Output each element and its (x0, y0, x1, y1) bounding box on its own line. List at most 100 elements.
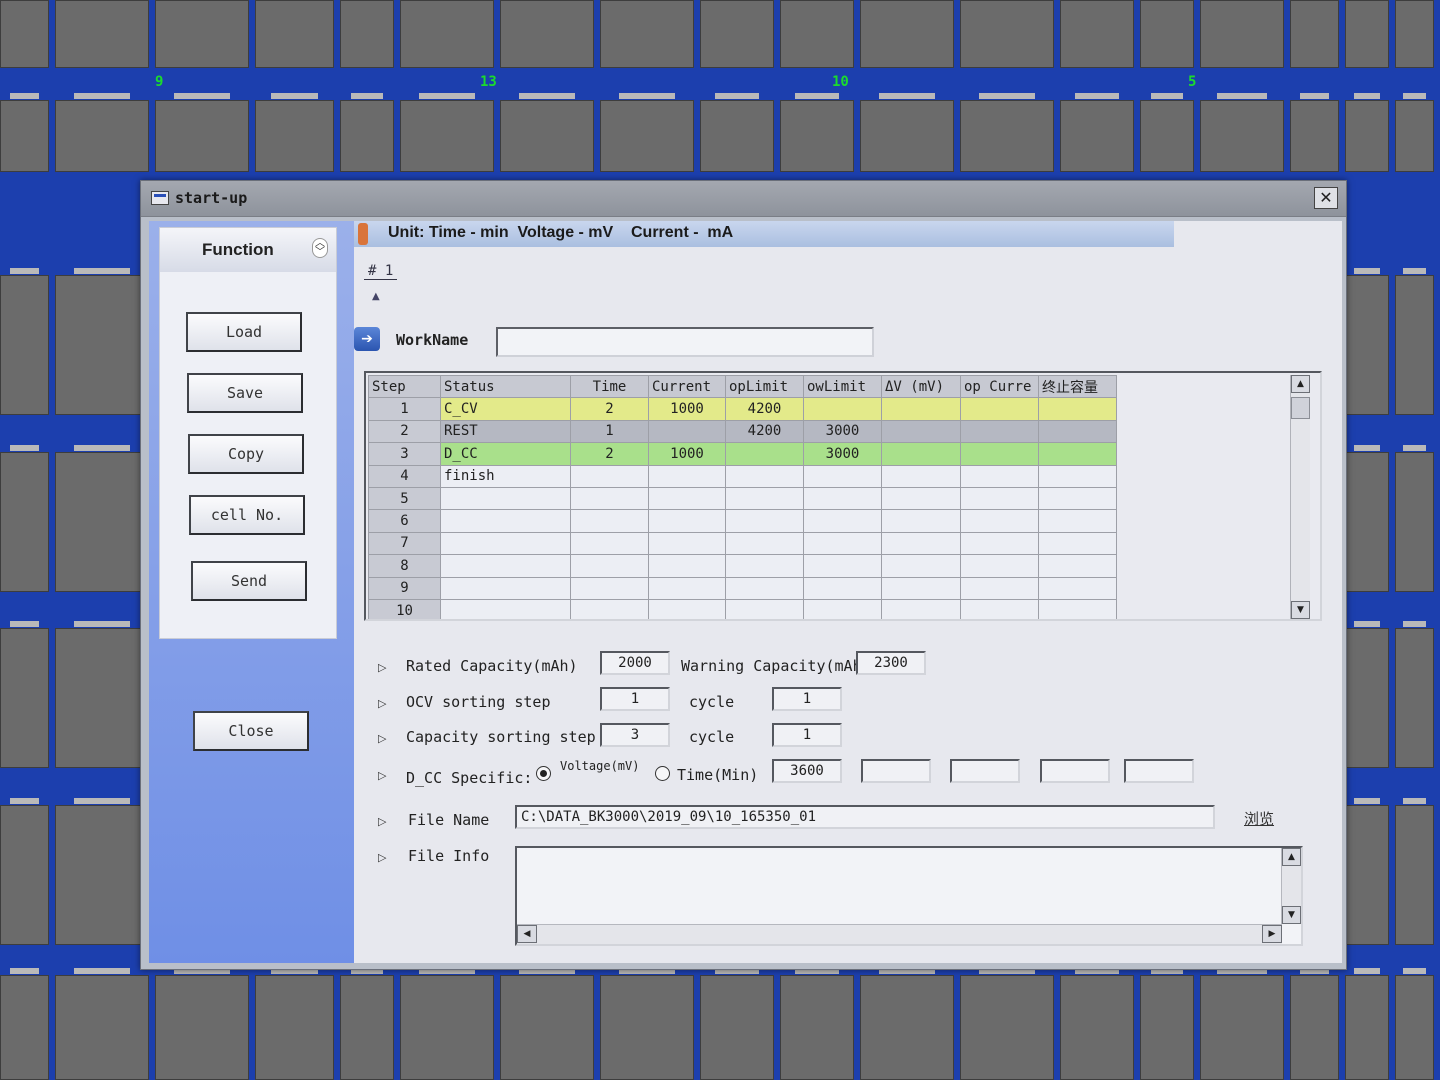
rated-capacity-input[interactable]: 2000 (600, 651, 670, 675)
cell-no-button[interactable]: cell No. (189, 495, 305, 535)
file-info-textarea[interactable]: ▲ ▼ ◀ ▶ (515, 846, 1303, 946)
browse-link[interactable]: 浏览 (1244, 808, 1274, 829)
current-cell[interactable] (648, 464, 726, 488)
step-number-cell[interactable]: 1 (368, 397, 441, 421)
tab-up-arrow-icon[interactable]: ▲ (372, 291, 380, 302)
time-cell[interactable] (570, 554, 649, 578)
scroll-thumb[interactable] (1291, 397, 1310, 419)
step-number-cell[interactable]: 2 (368, 419, 441, 444)
file-name-input[interactable]: C:\DATA_BK3000\2019_09\10_165350_01 (515, 805, 1215, 829)
close-icon[interactable]: ✕ (1314, 187, 1338, 209)
oplimit-cell[interactable] (725, 442, 804, 466)
time-cell[interactable] (570, 464, 649, 488)
current-cell[interactable]: 1000 (648, 442, 726, 466)
capacity-cell[interactable] (1038, 419, 1117, 444)
step-number-cell[interactable]: 4 (368, 464, 441, 488)
tab-step-1[interactable]: # 1 (364, 263, 398, 280)
status-cell[interactable] (440, 598, 571, 619)
opcurrent-cell[interactable] (960, 397, 1039, 421)
owlimit-cell[interactable] (803, 554, 882, 578)
table-scrollbar[interactable]: ▲ ▼ (1290, 375, 1310, 619)
dcc-extra-input[interactable] (950, 759, 1020, 783)
status-cell[interactable]: finish (440, 464, 571, 488)
status-cell[interactable] (440, 509, 571, 533)
dcc-extra-input[interactable] (861, 759, 931, 783)
dv-cell[interactable] (881, 397, 961, 421)
capacity-cell[interactable] (1038, 509, 1117, 533)
opcurrent-cell[interactable] (960, 464, 1039, 488)
scroll-up-icon[interactable]: ▲ (1282, 848, 1301, 866)
status-cell[interactable]: D_CC (440, 442, 571, 466)
warning-capacity-input[interactable]: 2300 (856, 651, 926, 675)
oplimit-cell[interactable]: 4200 (725, 419, 804, 444)
table-row[interactable]: 10 (368, 598, 1117, 619)
opcurrent-cell[interactable] (960, 531, 1039, 556)
current-cell[interactable] (648, 486, 726, 511)
oplimit-cell[interactable] (725, 576, 804, 600)
table-row[interactable]: 8 (368, 554, 1117, 578)
capacity-cycle-input[interactable]: 1 (772, 723, 842, 747)
capacity-sorting-input[interactable]: 3 (600, 723, 670, 747)
current-cell[interactable] (648, 554, 726, 578)
collapse-chevron-icon[interactable]: ︿ ﹀ (312, 238, 328, 258)
oplimit-cell[interactable] (725, 554, 804, 578)
oplimit-cell[interactable] (725, 598, 804, 619)
capacity-cell[interactable] (1038, 576, 1117, 600)
owlimit-cell[interactable] (803, 397, 882, 421)
current-cell[interactable] (648, 598, 726, 619)
dv-cell[interactable] (881, 576, 961, 600)
capacity-cell[interactable] (1038, 554, 1117, 578)
function-header[interactable]: Function ︿ ﹀ (160, 228, 336, 272)
opcurrent-cell[interactable] (960, 554, 1039, 578)
capacity-cell[interactable] (1038, 442, 1117, 466)
send-button[interactable]: Send (191, 561, 307, 601)
dv-cell[interactable] (881, 509, 961, 533)
status-cell[interactable] (440, 576, 571, 600)
owlimit-cell[interactable] (803, 509, 882, 533)
current-cell[interactable]: 1000 (648, 397, 726, 421)
time-cell[interactable] (570, 509, 649, 533)
time-cell[interactable] (570, 486, 649, 511)
ocv-sorting-input[interactable]: 1 (600, 687, 670, 711)
time-cell[interactable]: 2 (570, 442, 649, 466)
scroll-right-icon[interactable]: ▶ (1262, 925, 1282, 943)
opcurrent-cell[interactable] (960, 598, 1039, 619)
workname-input[interactable] (496, 327, 874, 357)
dv-cell[interactable] (881, 486, 961, 511)
dv-cell[interactable] (881, 464, 961, 488)
opcurrent-cell[interactable] (960, 576, 1039, 600)
step-number-cell[interactable]: 8 (368, 554, 441, 578)
table-row[interactable]: 9 (368, 576, 1117, 600)
table-row[interactable]: 5 (368, 486, 1117, 511)
scroll-down-icon[interactable]: ▼ (1282, 906, 1301, 924)
oplimit-cell[interactable] (725, 464, 804, 488)
dcc-value-input[interactable]: 3600 (772, 759, 842, 783)
dv-cell[interactable] (881, 419, 961, 444)
capacity-cell[interactable] (1038, 531, 1117, 556)
opcurrent-cell[interactable] (960, 486, 1039, 511)
step-number-cell[interactable]: 5 (368, 486, 441, 511)
status-cell[interactable] (440, 554, 571, 578)
dcc-extra-input[interactable] (1040, 759, 1110, 783)
title-bar[interactable]: start-up ✕ (141, 181, 1346, 217)
time-cell[interactable] (570, 531, 649, 556)
time-cell[interactable]: 1 (570, 419, 649, 444)
owlimit-cell[interactable] (803, 464, 882, 488)
time-cell[interactable] (570, 576, 649, 600)
table-row[interactable]: 7 (368, 531, 1117, 556)
owlimit-cell[interactable]: 3000 (803, 419, 882, 444)
load-button[interactable]: Load (186, 312, 302, 352)
status-cell[interactable] (440, 531, 571, 556)
capacity-cell[interactable] (1038, 598, 1117, 619)
status-cell[interactable]: C_CV (440, 397, 571, 421)
scroll-left-icon[interactable]: ◀ (517, 925, 537, 943)
step-number-cell[interactable]: 6 (368, 509, 441, 533)
owlimit-cell[interactable]: 3000 (803, 442, 882, 466)
capacity-cell[interactable] (1038, 464, 1117, 488)
time-cell[interactable] (570, 598, 649, 619)
dv-cell[interactable] (881, 554, 961, 578)
time-cell[interactable]: 2 (570, 397, 649, 421)
table-row[interactable]: 3 D_CC 2 1000 3000 (368, 442, 1117, 466)
step-number-cell[interactable]: 9 (368, 576, 441, 600)
scroll-up-icon[interactable]: ▲ (1291, 375, 1310, 393)
